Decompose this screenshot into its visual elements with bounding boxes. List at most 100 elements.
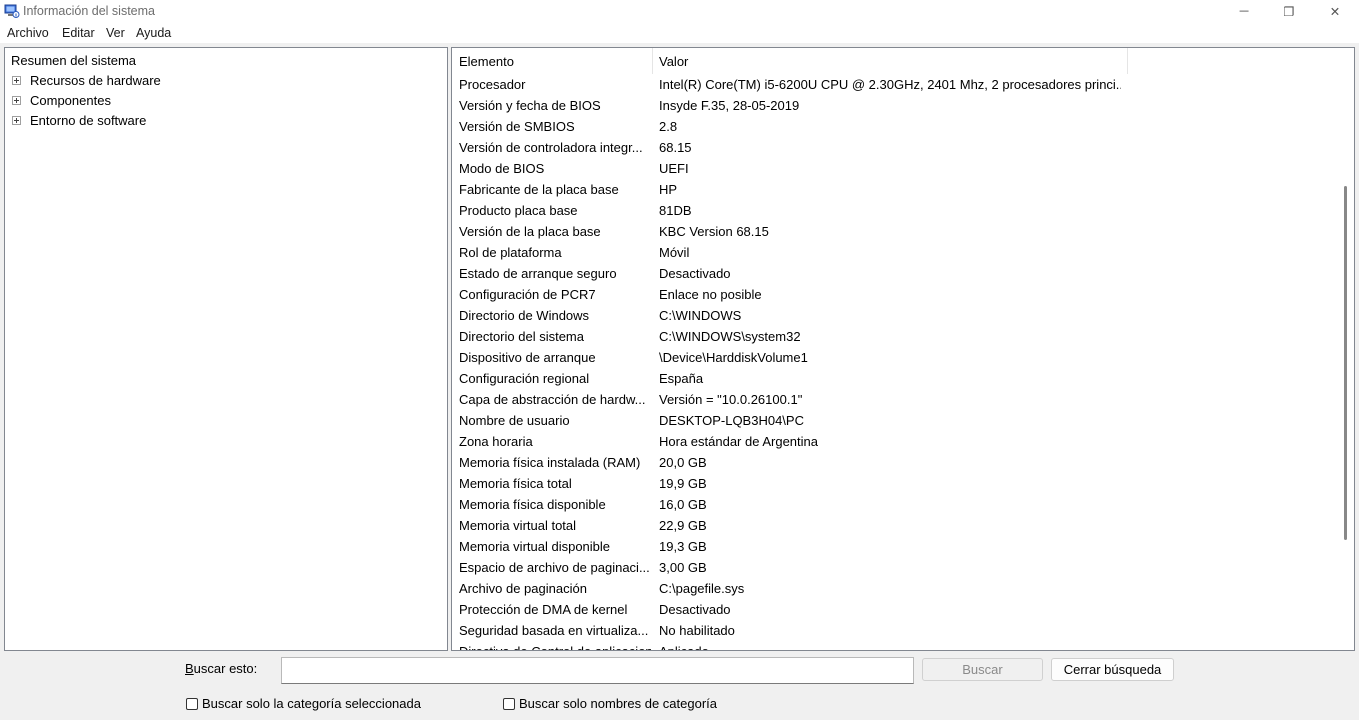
table-row[interactable]: Nombre de usuario DESKTOP-LQB3H04\PC <box>452 411 1338 432</box>
checkbox-icon[interactable] <box>186 697 198 710</box>
menu-editar[interactable]: Editar <box>62 26 95 40</box>
buscar-button[interactable]: Buscar <box>922 658 1043 681</box>
cell-elemento: Versión de la placa base <box>459 224 601 239</box>
cell-elemento: Estado de arranque seguro <box>459 266 617 281</box>
table-row[interactable]: Versión de la placa base KBC Version 68.1… <box>452 222 1338 243</box>
column-divider[interactable] <box>652 48 653 74</box>
cell-elemento: Directorio de Windows <box>459 308 590 323</box>
cell-valor: 20,0 GB <box>659 455 707 470</box>
table-row[interactable]: Procesador Intel(R) Core(TM) i5-6200U CPU… <box>452 75 1338 96</box>
cell-valor: 19,9 GB <box>659 476 707 491</box>
cell-elemento: Directorio del sistema <box>459 329 584 344</box>
cell-valor: Hora estándar de Argentina <box>659 434 818 449</box>
cell-elemento: Configuración regional <box>459 371 590 386</box>
cell-valor: España <box>659 371 704 386</box>
tree-item-recursos-hardware[interactable]: Recursos de hardware <box>12 71 161 89</box>
minimize-icon: ─ <box>1239 4 1249 18</box>
table-row[interactable]: Memoria física total 19,9 GB <box>452 474 1338 495</box>
title-bar: Información del sistema ─ ❐ ✕ <box>0 0 1359 22</box>
table-row[interactable]: Zona horaria Hora estándar de Argentina <box>452 432 1338 453</box>
expand-icon[interactable] <box>12 115 21 125</box>
cell-elemento: Nombre de usuario <box>459 413 570 428</box>
menu-bar: Archivo Editar Ver Ayuda <box>0 22 1359 43</box>
cell-valor: Móvil <box>659 245 690 260</box>
vertical-scrollbar[interactable] <box>1337 48 1354 650</box>
search-label: Buscar esto: <box>185 661 258 676</box>
table-row[interactable]: Memoria virtual disponible 19,3 GB <box>452 537 1338 558</box>
tree-item-label: Entorno de software <box>30 112 147 128</box>
window-title: Información del sistema <box>23 4 156 18</box>
cell-valor: 68.15 <box>659 140 692 155</box>
cell-elemento: Memoria física instalada (RAM) <box>459 455 641 470</box>
checkbox-nombres-categoria[interactable]: Buscar solo nombres de categoría <box>503 696 717 711</box>
scrollbar-thumb[interactable] <box>1344 186 1347 540</box>
search-input[interactable] <box>281 657 914 684</box>
cell-valor: No habilitado <box>659 623 735 638</box>
table-row[interactable]: Seguridad basada en virtualiza... No habi… <box>452 621 1338 642</box>
cell-elemento: Fabricante de la placa base <box>459 182 619 197</box>
checkbox-label: Buscar solo nombres de categoría <box>519 696 717 711</box>
table-row[interactable]: Versión de SMBIOS 2.8 <box>452 117 1338 138</box>
checkbox-icon[interactable] <box>503 697 515 710</box>
table-row[interactable]: Directorio del sistema C:\WINDOWS\system3… <box>452 327 1338 348</box>
menu-archivo[interactable]: Archivo <box>7 26 49 40</box>
restore-button[interactable]: ❐ <box>1266 0 1312 22</box>
table-row[interactable]: Memoria física instalada (RAM) 20,0 GB <box>452 453 1338 474</box>
table-row[interactable]: Espacio de archivo de paginaci... 3,00 GB <box>452 558 1338 579</box>
table-row[interactable]: Fabricante de la placa base HP <box>452 180 1338 201</box>
cell-elemento: Archivo de paginación <box>459 581 587 596</box>
cell-valor: 22,9 GB <box>659 518 707 533</box>
tree-item-entorno-software[interactable]: Entorno de software <box>12 111 146 129</box>
table-row[interactable]: Versión de controladora integr... 68.15 <box>452 138 1338 159</box>
cell-elemento: Versión de controladora integr... <box>459 140 643 155</box>
close-button[interactable]: ✕ <box>1312 0 1358 22</box>
tree-item-label: Componentes <box>30 92 111 108</box>
tree-item-label: Recursos de hardware <box>30 72 161 88</box>
table-row[interactable]: Versión y fecha de BIOS Insyde F.35, 28-0… <box>452 96 1338 117</box>
cell-elemento: Dispositivo de arranque <box>459 350 596 365</box>
minimize-button[interactable]: ─ <box>1221 0 1267 22</box>
cell-elemento: Directiva de Control de aplicaciones... <box>459 644 651 650</box>
table-row[interactable]: Producto placa base 81DB <box>452 201 1338 222</box>
menu-ayuda[interactable]: Ayuda <box>136 26 171 40</box>
column-header-elemento[interactable]: Elemento <box>459 54 514 69</box>
cell-valor: Intel(R) Core(TM) i5-6200U CPU @ 2.30GHz… <box>659 77 1121 92</box>
tree-item-resumen[interactable]: Resumen del sistema <box>9 52 138 69</box>
table-row[interactable]: Configuración de PCR7 Enlace no posible <box>452 285 1338 306</box>
cell-valor: UEFI <box>659 161 689 176</box>
tree-item-componentes[interactable]: Componentes <box>12 91 111 109</box>
table-row[interactable]: Archivo de paginación C:\pagefile.sys <box>452 579 1338 600</box>
menu-ver[interactable]: Ver <box>106 26 125 40</box>
cell-elemento: Memoria virtual disponible <box>459 539 611 554</box>
cell-valor: \Device\HarddiskVolume1 <box>659 350 808 365</box>
cell-valor: Insyde F.35, 28-05-2019 <box>659 98 800 113</box>
buscar-label: Buscar <box>962 662 1003 677</box>
cell-elemento: Rol de plataforma <box>459 245 562 260</box>
table-row[interactable]: Protección de DMA de kernel Desactivado <box>452 600 1338 621</box>
table-row[interactable]: Memoria física disponible 16,0 GB <box>452 495 1338 516</box>
table-row[interactable]: Dispositivo de arranque \Device\HarddiskV… <box>452 348 1338 369</box>
cell-valor: C:\WINDOWS <box>659 308 742 323</box>
category-tree[interactable]: Resumen del sistema Recursos de hardware… <box>4 47 448 651</box>
cerrar-busqueda-button[interactable]: Cerrar búsqueda <box>1051 658 1174 681</box>
table-row[interactable]: Directorio de Windows C:\WINDOWS <box>452 306 1338 327</box>
checkbox-label: Buscar solo la categoría seleccionada <box>202 696 421 711</box>
cell-valor: Desactivado <box>659 266 731 281</box>
expand-icon[interactable] <box>12 95 21 105</box>
checkbox-categoria-seleccionada[interactable]: Buscar solo la categoría seleccionada <box>186 696 421 711</box>
details-list[interactable]: Elemento Valor Procesador Intel(R) Core(T… <box>451 47 1355 651</box>
system-info-icon <box>4 4 20 18</box>
cell-elemento: Configuración de PCR7 <box>459 287 596 302</box>
expand-icon[interactable] <box>12 75 21 85</box>
cell-valor: KBC Version 68.15 <box>659 224 769 239</box>
table-row[interactable]: Rol de plataforma Móvil <box>452 243 1338 264</box>
table-row[interactable]: Memoria virtual total 22,9 GB <box>452 516 1338 537</box>
table-row[interactable]: Estado de arranque seguro Desactivado <box>452 264 1338 285</box>
column-divider[interactable] <box>1127 48 1128 74</box>
cell-valor: C:\WINDOWS\system32 <box>659 329 801 344</box>
column-header-valor[interactable]: Valor <box>659 54 688 69</box>
table-row[interactable]: Directiva de Control de aplicaciones... A… <box>452 642 1338 650</box>
table-row[interactable]: Capa de abstracción de hardw... Versión =… <box>452 390 1338 411</box>
table-row[interactable]: Modo de BIOS UEFI <box>452 159 1338 180</box>
table-row[interactable]: Configuración regional España <box>452 369 1338 390</box>
